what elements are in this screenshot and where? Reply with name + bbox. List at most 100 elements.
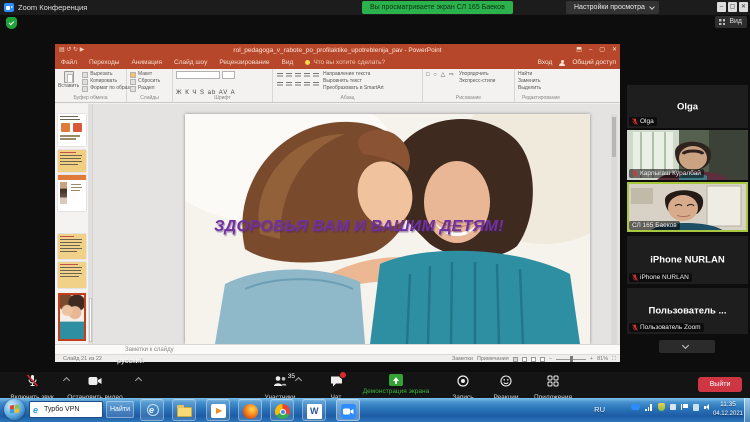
taskbar-item-media-player[interactable]: ▶ <box>206 399 230 421</box>
slide-scrollbar[interactable] <box>611 114 617 344</box>
network-signal-icon[interactable] <box>645 404 653 411</box>
search-input[interactable]: e Турбо VPN <box>29 401 103 418</box>
numbering-icon[interactable] <box>285 72 292 78</box>
reset-button[interactable]: Сбросить <box>138 78 160 85</box>
section-button[interactable]: Раздел <box>138 85 155 92</box>
tell-me-box[interactable]: Что вы хотите сделать? <box>299 59 385 66</box>
zoom-slider[interactable] <box>556 359 586 360</box>
slide-thumbnail-selected[interactable] <box>58 293 86 341</box>
columns-icon[interactable] <box>312 81 319 87</box>
tab-animations[interactable]: Анимация <box>125 56 168 69</box>
show-desktop-button[interactable] <box>744 398 750 422</box>
justify-icon[interactable] <box>303 81 310 87</box>
current-slide[interactable]: ЗДОРОВЬЯ ВАМ И ВАШИМ ДЕТЯМ! <box>185 114 590 344</box>
cut-button[interactable]: Вырезать <box>90 71 112 78</box>
gallery-view-button[interactable]: Вид <box>715 16 747 28</box>
notes-toggle[interactable]: Заметки <box>452 356 473 362</box>
indent-decrease-icon[interactable] <box>294 72 301 78</box>
taskbar-item-zoom[interactable] <box>336 399 360 421</box>
share-screen-button[interactable]: Демонстрация экрана <box>355 374 437 395</box>
participant-tile-iphone-nurlan[interactable]: iPhone NURLAN iPhone NURLAN <box>627 236 748 284</box>
find-button[interactable]: Найти <box>518 71 564 78</box>
start-button[interactable] <box>4 399 25 420</box>
sign-in-link[interactable]: Вход <box>538 59 553 66</box>
ribbon-display-icon[interactable]: ⬒ <box>576 46 582 54</box>
zoom-in-icon[interactable]: + <box>590 356 593 362</box>
security-shield-icon[interactable] <box>6 17 17 29</box>
quick-styles-button[interactable]: Экспресс-стили <box>459 78 496 85</box>
zoom-tray-icon[interactable] <box>631 404 640 410</box>
slide-thumbnail[interactable] <box>58 175 86 211</box>
taskbar-item-explorer[interactable] <box>172 399 196 421</box>
align-text-button[interactable]: Выровнять текст <box>323 78 384 85</box>
taskbar-clock[interactable]: 11:35 04.12.2021 <box>713 401 743 418</box>
smartart-button[interactable]: Преобразовать в SmartArt <box>323 85 384 92</box>
action-center-shield-icon[interactable] <box>658 403 665 411</box>
slide-thumbnail[interactable] <box>58 234 86 259</box>
ppt-restore-button[interactable]: ▢ <box>599 46 605 54</box>
taskbar-item-ie[interactable]: e <box>140 399 164 421</box>
unmute-button[interactable]: Включить звук <box>4 374 60 401</box>
power-plug-icon[interactable] <box>693 404 699 411</box>
replace-button[interactable]: Заменить <box>518 78 564 85</box>
taskbar-item-word[interactable]: W <box>302 399 326 421</box>
thumbnail-scrollbar[interactable] <box>88 104 92 344</box>
participant-tile-karlygash[interactable]: Карлыгаш Куралбай <box>627 130 748 180</box>
notes-pane[interactable]: Заметки к слайду <box>55 344 620 354</box>
taskbar-item-firefox[interactable] <box>238 399 262 421</box>
tab-transitions[interactable]: Переходы <box>83 56 126 69</box>
taskbar-item-chrome[interactable] <box>270 399 294 421</box>
select-button[interactable]: Выделить <box>518 85 564 92</box>
participant-tile-zoom-user[interactable]: Пользователь ... Пользователь Zoom <box>627 288 748 334</box>
text-direction-button[interactable]: Направление текста <box>323 71 384 78</box>
tab-slideshow[interactable]: Слайд шоу <box>168 56 213 69</box>
slide-thumbnail[interactable] <box>58 150 86 172</box>
layout-button[interactable]: Макет <box>138 71 152 78</box>
slide-thumbnail[interactable] <box>58 114 86 146</box>
language-indicator[interactable]: RU <box>594 405 605 414</box>
comments-toggle[interactable]: Примечания <box>477 356 509 362</box>
copy-button[interactable]: Копировать <box>90 78 117 85</box>
zoom-out-icon[interactable]: − <box>549 356 552 362</box>
record-button[interactable]: Запись <box>444 374 482 401</box>
font-name-box[interactable] <box>176 71 220 79</box>
slide-thumbnail[interactable] <box>58 262 86 288</box>
slideshow-view-icon[interactable] <box>540 357 545 362</box>
chat-button[interactable]: Чат <box>318 374 354 401</box>
stop-video-button[interactable]: Остановить видео <box>62 374 128 401</box>
slide-thumbnail-panel[interactable] <box>55 104 93 344</box>
fit-slide-icon[interactable]: ⛶ <box>612 356 616 363</box>
reactions-button[interactable]: Реакции <box>486 374 526 401</box>
reading-view-icon[interactable] <box>531 357 536 362</box>
align-left-icon[interactable] <box>276 81 283 87</box>
align-center-icon[interactable] <box>285 81 292 87</box>
participant-tile-olga[interactable]: Olga Olga <box>627 85 748 128</box>
paste-button[interactable]: Вставить <box>58 71 79 92</box>
font-size-box[interactable] <box>222 71 235 79</box>
maximize-button[interactable]: ▢ <box>728 2 737 12</box>
apps-button[interactable]: Приложения <box>528 374 578 401</box>
tab-file[interactable]: Файл <box>55 56 83 69</box>
ppt-minimize-button[interactable]: – <box>589 46 592 54</box>
arrange-button[interactable]: Упорядочить <box>459 71 496 78</box>
align-right-icon[interactable] <box>294 81 301 87</box>
volume-icon[interactable] <box>704 404 710 410</box>
line-spacing-icon[interactable] <box>312 72 319 78</box>
slide-title-text[interactable]: ЗДОРОВЬЯ ВАМ И ВАШИМ ДЕТЯМ! <box>199 218 519 236</box>
close-button[interactable]: ✕ <box>739 2 748 12</box>
more-participants-button[interactable] <box>659 340 715 353</box>
search-go-button[interactable]: Найти <box>106 401 134 418</box>
ppt-close-button[interactable]: ✕ <box>612 46 617 54</box>
share-link[interactable]: Общий доступ <box>572 59 616 66</box>
minimize-button[interactable]: – <box>717 2 726 12</box>
tray-icon[interactable] <box>670 404 676 410</box>
bullets-icon[interactable] <box>276 72 283 78</box>
participant-tile-active-speaker[interactable]: СЛ 165 Баеков <box>627 182 748 232</box>
shapes-gallery[interactable]: □ ○ △ ⇨ <box>426 71 455 85</box>
leave-button[interactable]: Выйти <box>698 377 742 392</box>
language-status[interactable]: русский <box>117 356 475 365</box>
zoom-percentage[interactable]: 81% <box>597 356 608 362</box>
view-settings-button[interactable]: Настройки просмотра <box>566 1 659 14</box>
tab-review[interactable]: Рецензирование <box>213 56 275 69</box>
indent-increase-icon[interactable] <box>303 72 310 78</box>
